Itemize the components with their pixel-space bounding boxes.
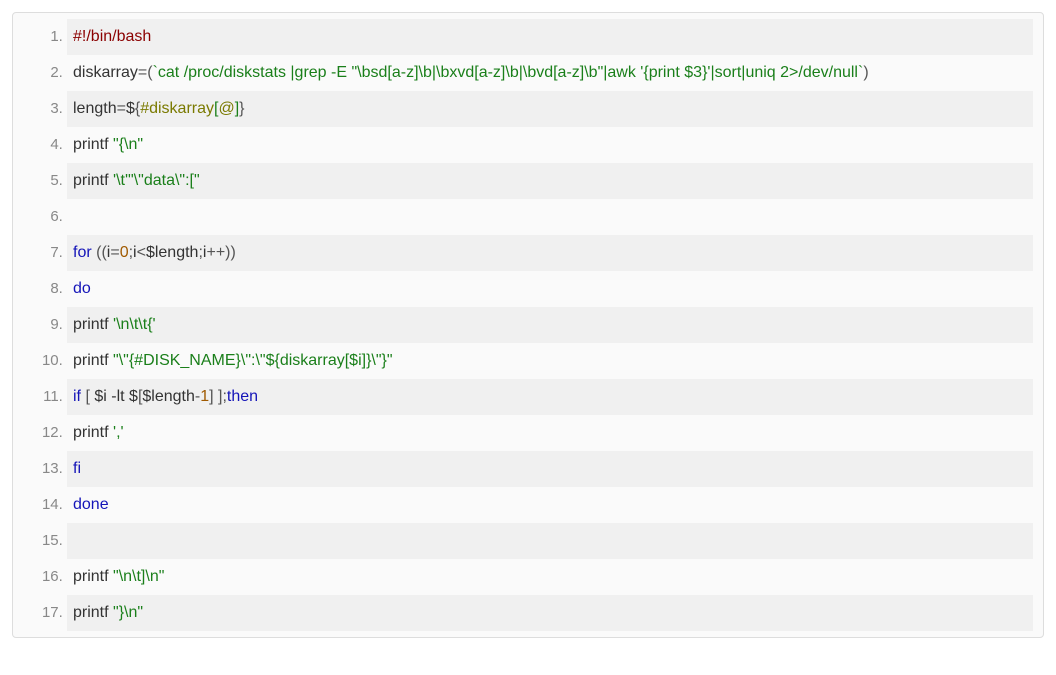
code-line-content: diskarray=(`cat /proc/diskstats |grep -E… [73,64,869,81]
code-line-content: do [73,280,91,297]
code-token: =( [138,64,153,81]
code-line: printf "}\n" [67,595,1033,631]
code-token: = [117,100,126,117]
code-line [67,523,1033,559]
code-token: printf [73,424,113,441]
code-token: #diskarray [140,100,214,117]
code-token: do [73,280,91,297]
code-token: printf [73,316,113,333]
code-block: #!/bin/bash diskarray=(`cat /proc/disksta… [12,12,1044,638]
code-token: "\n\t]\n" [113,568,164,585]
code-token: $i [94,388,111,405]
code-line: printf "\n\t]\n" [67,559,1033,595]
code-line [67,199,1033,235]
code-token: $ [129,388,138,405]
code-line: printf "{\n" [67,127,1033,163]
code-token: )) [225,244,236,261]
code-token: printf [73,136,113,153]
code-line-list: #!/bin/bash diskarray=(`cat /proc/disksta… [13,19,1033,631]
code-token: then [227,388,258,405]
code-token: `cat /proc/diskstats |grep -E "\bsd[a-z]… [153,64,864,81]
code-line: fi [67,451,1033,487]
code-line-content: printf ',' [73,424,124,441]
code-line-content: printf '\t'"\"data\":[" [73,172,200,189]
code-token: @ [218,100,234,117]
code-line-content: done [73,496,109,513]
code-line: printf '\n\t\t{' [67,307,1033,343]
code-token: ++ [206,244,225,261]
code-line: for ((i=0;i<$length;i++)) [67,235,1033,271]
code-token: printf [73,172,113,189]
code-token: "{\n" [113,136,143,153]
code-line-content: printf "\n\t]\n" [73,568,164,585]
code-token: $ [126,100,135,117]
code-token: "}\n" [113,604,143,621]
code-line-content [73,532,77,549]
code-line-content [73,208,77,225]
code-token: printf [73,352,113,369]
code-line: printf ',' [67,415,1033,451]
code-token: diskarray [73,64,138,81]
code-line-content: fi [73,460,81,477]
code-token: = [110,244,119,261]
code-token: done [73,496,109,513]
code-token: } [239,100,244,117]
code-line-content: length=${#diskarray[@]} [73,100,245,117]
code-line-content: for ((i=0;i<$length;i++)) [73,244,236,261]
code-line-content: printf "\"{#DISK_NAME}\":\"${diskarray[$… [73,352,393,369]
code-line-content: #!/bin/bash [73,28,151,45]
code-line: if [ $i -lt $[$length-1] ];then [67,379,1033,415]
code-token: printf [73,568,113,585]
code-token: "\"data\":[" [128,172,200,189]
code-token: '\n\t\t{' [113,316,156,333]
code-token: [ [85,388,94,405]
code-token: #!/bin/bash [73,28,151,45]
code-line: diskarray=(`cat /proc/diskstats |grep -E… [67,55,1033,91]
code-token: ',' [113,424,124,441]
code-token: if [73,388,85,405]
code-line: done [67,487,1033,523]
code-token: $length [146,244,199,261]
code-token: -lt [111,388,129,405]
code-line-content: printf '\n\t\t{' [73,316,156,333]
code-token: for [73,244,96,261]
code-token: (( [96,244,107,261]
code-line: printf "\"{#DISK_NAME}\":\"${diskarray[$… [67,343,1033,379]
code-line: do [67,271,1033,307]
code-line: length=${#diskarray[@]} [67,91,1033,127]
code-token: $length [142,388,195,405]
code-line: printf '\t'"\"data\":[" [67,163,1033,199]
code-token: < [137,244,146,261]
code-token: 1 [200,388,209,405]
code-line-content: if [ $i -lt $[$length-1] ];then [73,388,258,405]
code-token: fi [73,460,81,477]
code-token [73,532,77,549]
code-token: printf [73,604,113,621]
code-token: ) [863,64,868,81]
code-token: "\"{#DISK_NAME}\":\"${diskarray[$i]}\"}" [113,352,393,369]
code-token: length [73,100,117,117]
code-line-content: printf "}\n" [73,604,143,621]
code-line: #!/bin/bash [67,19,1033,55]
code-token: 0 [120,244,129,261]
code-token [73,208,77,225]
code-line-content: printf "{\n" [73,136,143,153]
code-token: '\t' [113,172,128,189]
